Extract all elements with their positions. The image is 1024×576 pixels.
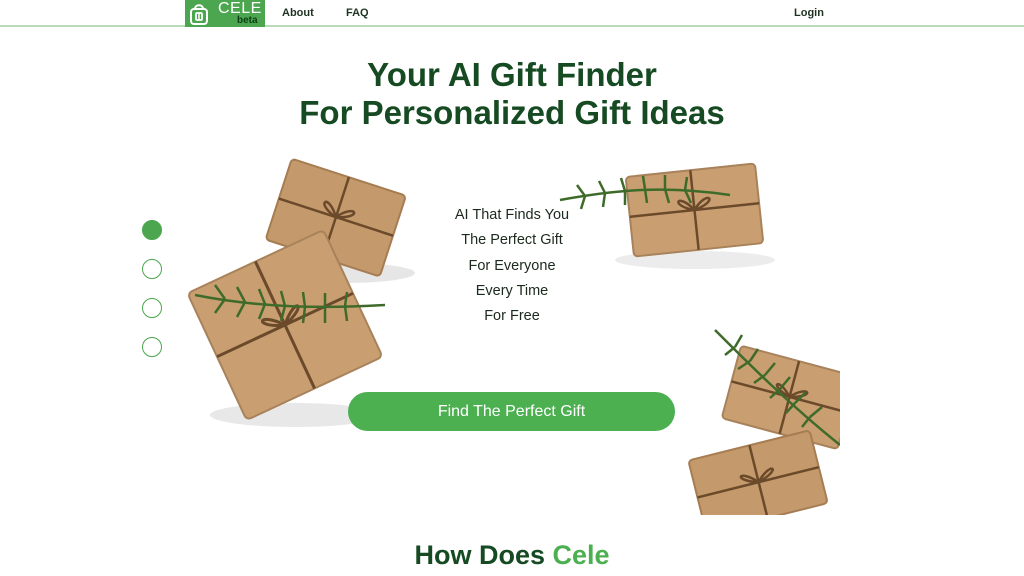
cele-logo[interactable]: CELE beta (185, 0, 265, 27)
gift-bag-icon (190, 4, 208, 25)
tagline-line-5: For Free (484, 308, 540, 325)
carousel-dot-2[interactable] (142, 259, 162, 279)
nav-faq-link[interactable]: FAQ (346, 7, 369, 19)
hero-title-line-1: Your AI Gift Finder (367, 56, 657, 93)
nav-login-link[interactable]: Login (794, 7, 824, 19)
nav-about-link[interactable]: About (282, 7, 314, 19)
tagline-line-2: The Perfect Gift (461, 232, 563, 249)
beta-badge: beta (237, 15, 258, 26)
hero-title-line-2: For Personalized Gift Ideas (299, 94, 725, 131)
hero-title: Your AI Gift Finder For Personalized Gif… (0, 56, 1024, 132)
tagline-line-3: For Everyone (468, 257, 556, 274)
find-perfect-gift-button[interactable]: Find The Perfect Gift (348, 392, 675, 431)
carousel-dot-3[interactable] (142, 298, 162, 318)
how-heading-accent: Cele (552, 540, 610, 570)
carousel-dots (142, 220, 162, 376)
top-navbar: CELE beta About FAQ Login (0, 0, 1024, 27)
carousel-dot-4[interactable] (142, 337, 162, 357)
tagline-line-4: Every Time (475, 282, 549, 299)
gift-box-image-bottom-right (688, 329, 840, 515)
how-heading-prefix: How Does (414, 540, 553, 570)
hero-tagline: AI That Finds You The Perfect Gift For E… (412, 203, 612, 329)
how-does-cele-heading: How Does Cele (0, 540, 1024, 571)
tagline-line-1: AI That Finds You (454, 207, 570, 223)
carousel-dot-1[interactable] (142, 220, 162, 240)
